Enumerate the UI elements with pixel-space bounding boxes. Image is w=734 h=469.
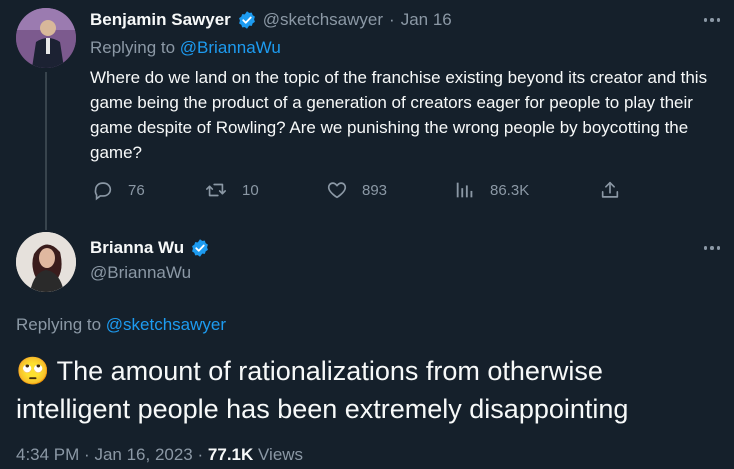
replying-to-link[interactable]: @sketchsawyer bbox=[106, 315, 226, 334]
more-icon bbox=[703, 246, 708, 250]
share-icon bbox=[601, 181, 619, 198]
tweet-time[interactable]: 4:34 PM bbox=[16, 445, 79, 464]
avatar-brianna-wu[interactable] bbox=[16, 232, 76, 292]
more-options-button[interactable] bbox=[700, 12, 724, 28]
tweet2-author: Brianna Wu bbox=[90, 236, 210, 260]
retweet-count: 10 bbox=[242, 181, 259, 199]
views-count: 86.3K bbox=[490, 181, 530, 199]
header-separator: · bbox=[389, 10, 395, 29]
meta-separator: · bbox=[84, 445, 90, 464]
tweet1-body: Where do we land on the topic of the fra… bbox=[90, 68, 708, 162]
eye-roll-emoji: 🙄 bbox=[16, 356, 50, 386]
author-name[interactable]: Benjamin Sawyer bbox=[90, 10, 231, 30]
meta-separator: · bbox=[197, 445, 204, 464]
like-count: 893 bbox=[362, 181, 388, 199]
tweet-date[interactable]: Jan 16, 2023 bbox=[94, 445, 192, 464]
views-icon bbox=[456, 182, 473, 198]
views-count: 77.1K bbox=[207, 445, 254, 464]
replying-to-line: Replying to @BriannaWu bbox=[90, 38, 281, 58]
replying-to-line: Replying to @sketchsawyer bbox=[16, 315, 226, 335]
avatar-benjamin-sawyer[interactable] bbox=[16, 8, 76, 68]
tweet2-text: The amount of rationalizations from othe… bbox=[16, 356, 629, 424]
reply-count: 76 bbox=[128, 181, 145, 199]
verified-badge-icon bbox=[192, 239, 209, 257]
replying-label: Replying to bbox=[16, 315, 102, 334]
more-icon bbox=[703, 18, 708, 22]
retweet-button[interactable]: 10 bbox=[204, 179, 259, 201]
retweet-icon bbox=[206, 183, 226, 197]
tweet2-meta: 4:34 PM · Jan 16, 2023 · 77.1K Views bbox=[16, 445, 303, 465]
author-handle[interactable]: @sketchsawyer bbox=[263, 10, 383, 30]
verified-badge-icon bbox=[238, 11, 255, 29]
reply-button[interactable]: 76 bbox=[92, 179, 145, 201]
like-icon bbox=[327, 182, 347, 199]
thread-line bbox=[45, 72, 47, 230]
tweet2-body: 🙄 The amount of rationalizations from ot… bbox=[16, 352, 722, 428]
tweet1-header: Benjamin Sawyer @sketchsawyer · Jan 16 bbox=[90, 8, 452, 32]
share-button[interactable] bbox=[599, 179, 621, 201]
replying-label: Replying to bbox=[90, 38, 176, 57]
replying-to-link[interactable]: @BriannaWu bbox=[180, 38, 281, 57]
author-handle[interactable]: @BriannaWu bbox=[90, 263, 191, 283]
views-label: Views bbox=[258, 445, 304, 464]
author-name[interactable]: Brianna Wu bbox=[90, 238, 184, 258]
views-button[interactable]: 86.3K bbox=[454, 179, 529, 201]
reply-icon bbox=[94, 182, 112, 201]
more-options-button[interactable] bbox=[700, 240, 724, 256]
like-button[interactable]: 893 bbox=[326, 179, 387, 201]
tweet-date[interactable]: Jan 16 bbox=[401, 10, 452, 30]
